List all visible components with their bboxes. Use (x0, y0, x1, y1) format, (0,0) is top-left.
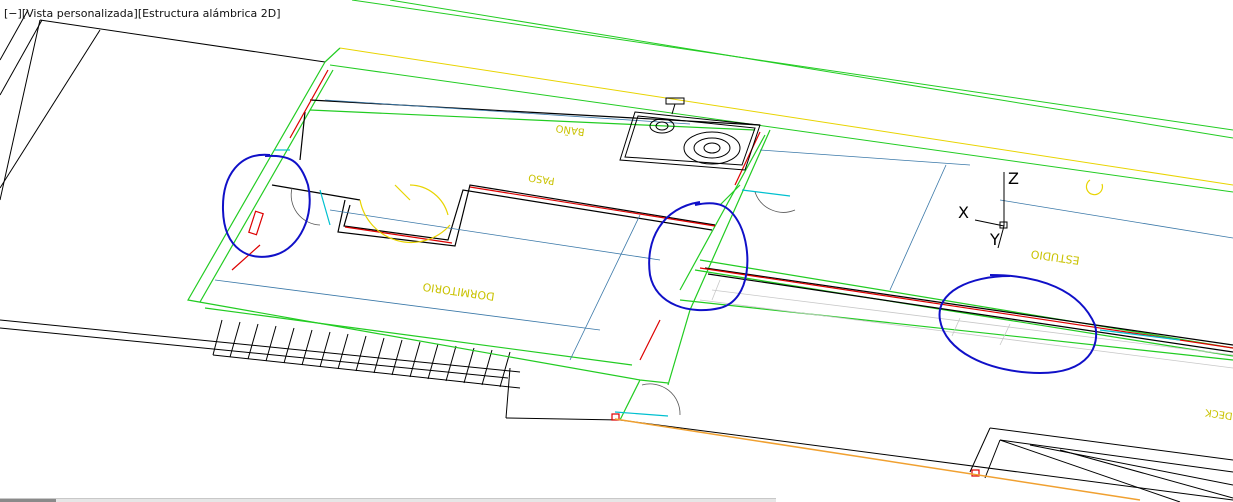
markup-circle-left (221, 153, 311, 258)
viewport-controls: [−][Vista personalizada][Estructura alám… (4, 7, 281, 20)
stair-stripes (212, 319, 521, 389)
cad-drawing-canvas[interactable]: BAÑO PASO DORMITORIO ESTUDIO DECK Z X Y (0, 0, 1233, 502)
horizontal-scrollbar[interactable] (0, 498, 776, 502)
edge-orange (614, 418, 1141, 501)
upper-green-lines (329, 0, 1233, 193)
door-swings (290, 187, 796, 416)
label-dormitorio: DORMITORIO (422, 280, 496, 303)
visual-style-button[interactable]: [Estructura alámbrica 2D] (138, 7, 281, 20)
label-paso: PASO (528, 171, 556, 186)
drawing-viewport[interactable]: BAÑO PASO DORMITORIO ESTUDIO DECK Z X Y … (0, 0, 1233, 502)
ucs-z-label: Z (1008, 169, 1019, 188)
label-estudio: ESTUDIO (1030, 247, 1081, 267)
wall-sections-red (231, 69, 1233, 477)
ucs-y-label: Y (989, 230, 1000, 249)
markup-circles (221, 153, 1098, 375)
viewport-menu-button[interactable]: [−] (4, 7, 22, 20)
label-bano: BAÑO (555, 122, 586, 139)
ucs-x-label: X (958, 203, 969, 222)
label-deck: DECK (1204, 406, 1233, 421)
exterior-walls (187, 47, 1233, 421)
view-name-button[interactable]: [Vista personalizada] (22, 7, 138, 20)
